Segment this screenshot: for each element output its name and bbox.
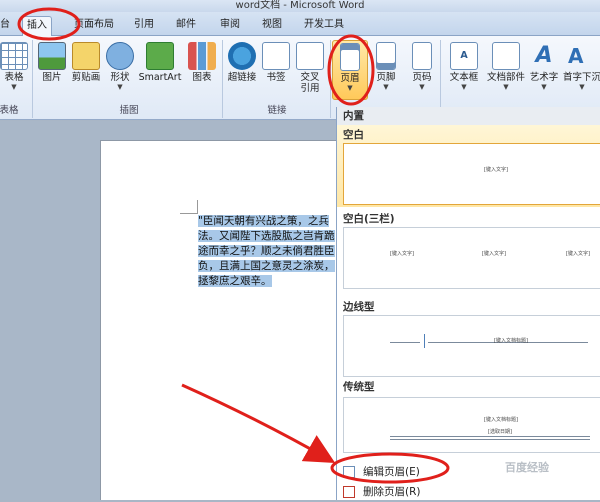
tab-view[interactable]: 视图 (258, 16, 286, 36)
gallery-thumb-blank: [键入文字] (343, 143, 600, 205)
hyperlink-icon (228, 42, 256, 70)
gallery-item-blank-title: 空白 (343, 129, 364, 141)
table-icon (0, 42, 28, 70)
selected-text: "臣闻天朝有兴战之策，之兵法。又闻陛下选股肱之岂肯跪途而幸之乎？顺之未倘君胜臣负… (198, 215, 335, 287)
gallery-item-border[interactable]: [键入文档标题] (343, 315, 600, 377)
smartart-icon (146, 42, 174, 70)
remove-header-icon (343, 486, 355, 498)
gallery-item-blank3[interactable]: [键入文字] [键入文字] [键入文字] (343, 227, 600, 289)
header-button[interactable]: 页眉 ▼ (332, 40, 368, 100)
edit-header-icon (343, 466, 355, 478)
quick-parts-icon (492, 42, 520, 70)
placeholder-text: [键入文档标题] (484, 417, 518, 423)
gallery-item-border-title: 边线型 (343, 301, 375, 313)
document-page[interactable] (100, 140, 340, 500)
page-number-button[interactable]: 页码 ▼ (404, 40, 440, 98)
chart-icon (188, 42, 216, 70)
textbox-button[interactable]: A 文本框 ▼ (442, 40, 486, 98)
smartart-button[interactable]: SmartArt (136, 40, 184, 98)
textbox-icon: A (450, 42, 478, 70)
bookmark-icon (262, 42, 290, 70)
placeholder-text: [键入文字] (390, 251, 414, 257)
group-label-links: 链接 (267, 105, 287, 116)
cross-reference-icon (296, 42, 324, 70)
clipart-icon (72, 42, 100, 70)
margin-corner-mark (180, 200, 198, 214)
remove-header-menu-item[interactable]: 删除页眉(R) (337, 482, 600, 502)
cross-reference-button[interactable]: 交叉 引用 (288, 40, 332, 98)
tab-references[interactable]: 引用 (130, 16, 158, 36)
header-icon (340, 43, 360, 71)
group-label-table: 表格 (0, 105, 19, 116)
picture-icon (38, 42, 66, 70)
window-title: word文档 - Microsoft Word (0, 0, 600, 12)
tab-review[interactable]: 审阅 (216, 16, 244, 36)
placeholder-text: [键入文字] (566, 251, 590, 257)
tab-mailings[interactable]: 邮件 (172, 16, 200, 36)
tab-page-layout[interactable]: 页面布局 (70, 16, 118, 36)
dropcap-button[interactable]: A 首字下沉 ▼ (558, 40, 600, 98)
tab-insert[interactable]: 插入 (22, 16, 52, 36)
dropcap-icon: A (568, 44, 584, 68)
placeholder-text: [选取日期] (488, 429, 512, 435)
gallery-item-traditional-title: 传统型 (343, 381, 375, 393)
footer-icon (376, 42, 396, 70)
gallery-item-blank[interactable]: 空白 [键入文字] (337, 125, 600, 207)
placeholder-text: [键入文字] (484, 167, 508, 173)
watermark: 百度经验 (505, 461, 549, 474)
footer-button[interactable]: 页脚 ▼ (368, 40, 404, 98)
document-text[interactable]: "臣闻天朝有兴战之策，之兵法。又闻陛下选股肱之岂肯跪途而幸之乎？顺之未倘君胜臣负… (198, 214, 336, 289)
chart-button[interactable]: 图表 (180, 40, 224, 98)
gallery-item-blank3-title: 空白(三栏) (343, 213, 395, 225)
placeholder-text: [键入文档标题] (494, 338, 528, 344)
header-gallery-dropdown: 内置 空白 [键入文字] 空白(三栏) [键入文字] [键入文字] [键入文字]… (336, 107, 600, 500)
group-label-illustrations: 插图 (119, 105, 139, 116)
shapes-icon (106, 42, 134, 70)
edit-header-menu-item[interactable]: 编辑页眉(E) (337, 462, 600, 482)
ribbon-tabs: 台 插入 页面布局 引用 邮件 审阅 视图 开发工具 (0, 12, 600, 36)
tab-start[interactable]: 台 (0, 16, 14, 36)
gallery-builtin-header: 内置 (337, 107, 600, 125)
wordart-icon: A (535, 43, 553, 68)
tab-developer[interactable]: 开发工具 (300, 16, 348, 36)
placeholder-text: [键入文字] (482, 251, 506, 257)
page-number-icon (412, 42, 432, 70)
gallery-item-traditional[interactable]: [键入文档标题] [选取日期] (343, 397, 600, 453)
